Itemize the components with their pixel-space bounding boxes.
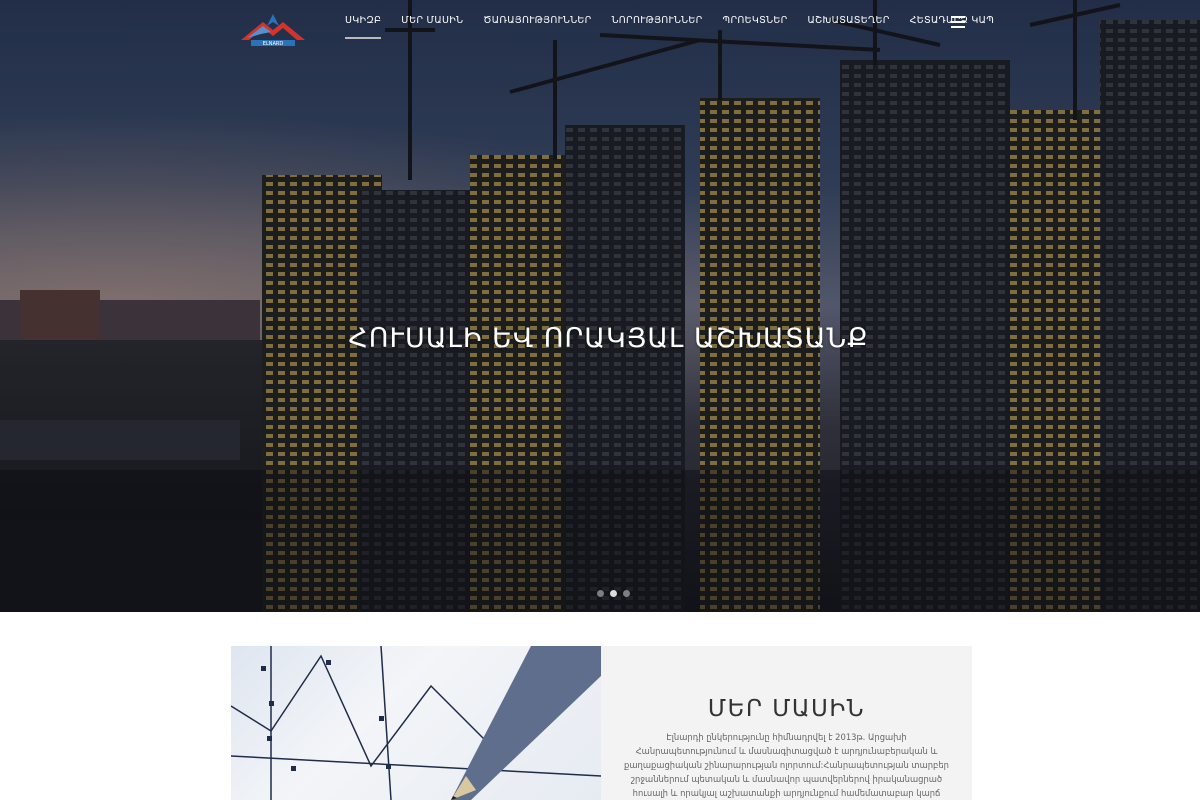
hero-overlay — [0, 0, 1200, 612]
elnard-logo[interactable]: ELNARD — [237, 12, 309, 48]
main-navigation: ՍԿԻԶԲ ՄԵՐ ՄԱՍԻՆ ԾԱՌԱՅՈՒԹՅՈՒՆՆԵՐ ՆՈՐՈՒԹՅՈ… — [345, 15, 1004, 39]
nav-services[interactable]: ԾԱՌԱՅՈՒԹՅՈՒՆՆԵՐ — [473, 15, 601, 26]
nav-news[interactable]: ՆՈՐՈՒԹՅՈՒՆՆԵՐ — [602, 15, 713, 26]
slider-dot[interactable] — [610, 590, 617, 597]
about-title: ՄԵՐ ՄԱՍԻՆ — [707, 696, 866, 722]
slider-dot[interactable] — [623, 590, 630, 597]
nav-about[interactable]: ՄԵՐ ՄԱՍԻՆ — [391, 15, 473, 26]
about-image — [231, 646, 601, 800]
nav-home[interactable]: ՍԿԻԶԲ — [345, 15, 391, 39]
hero-title: ՀՈՒՍԱԼԻ ԵՎ ՈՐԱԿՅԱԼ ԱՇԽԱՏԱՆՔ — [348, 323, 869, 354]
nav-jobs[interactable]: ԱՇԽԱՏԱՏԵՂԵՐ — [797, 15, 899, 26]
nav-projects[interactable]: ՊՐՈԵԿՏՆԵՐ — [713, 15, 798, 26]
about-text: Էլնարդի ընկերությունը հիմնադրվել է 2013թ… — [624, 732, 949, 798]
about-section: ՄԵՐ ՄԱՍԻՆ Էլնարդի ընկերությունը հիմնադրվ… — [601, 646, 972, 800]
logo-text: ELNARD — [263, 41, 284, 47]
slider-pagination — [597, 590, 630, 597]
hamburger-icon[interactable] — [951, 16, 965, 28]
slider-dot[interactable] — [597, 590, 604, 597]
hero-slider: ELNARD ՍԿԻԶԲ ՄԵՐ ՄԱՍԻՆ ԾԱՌԱՅՈՒԹՅՈՒՆՆԵՐ Ն… — [0, 0, 1200, 612]
